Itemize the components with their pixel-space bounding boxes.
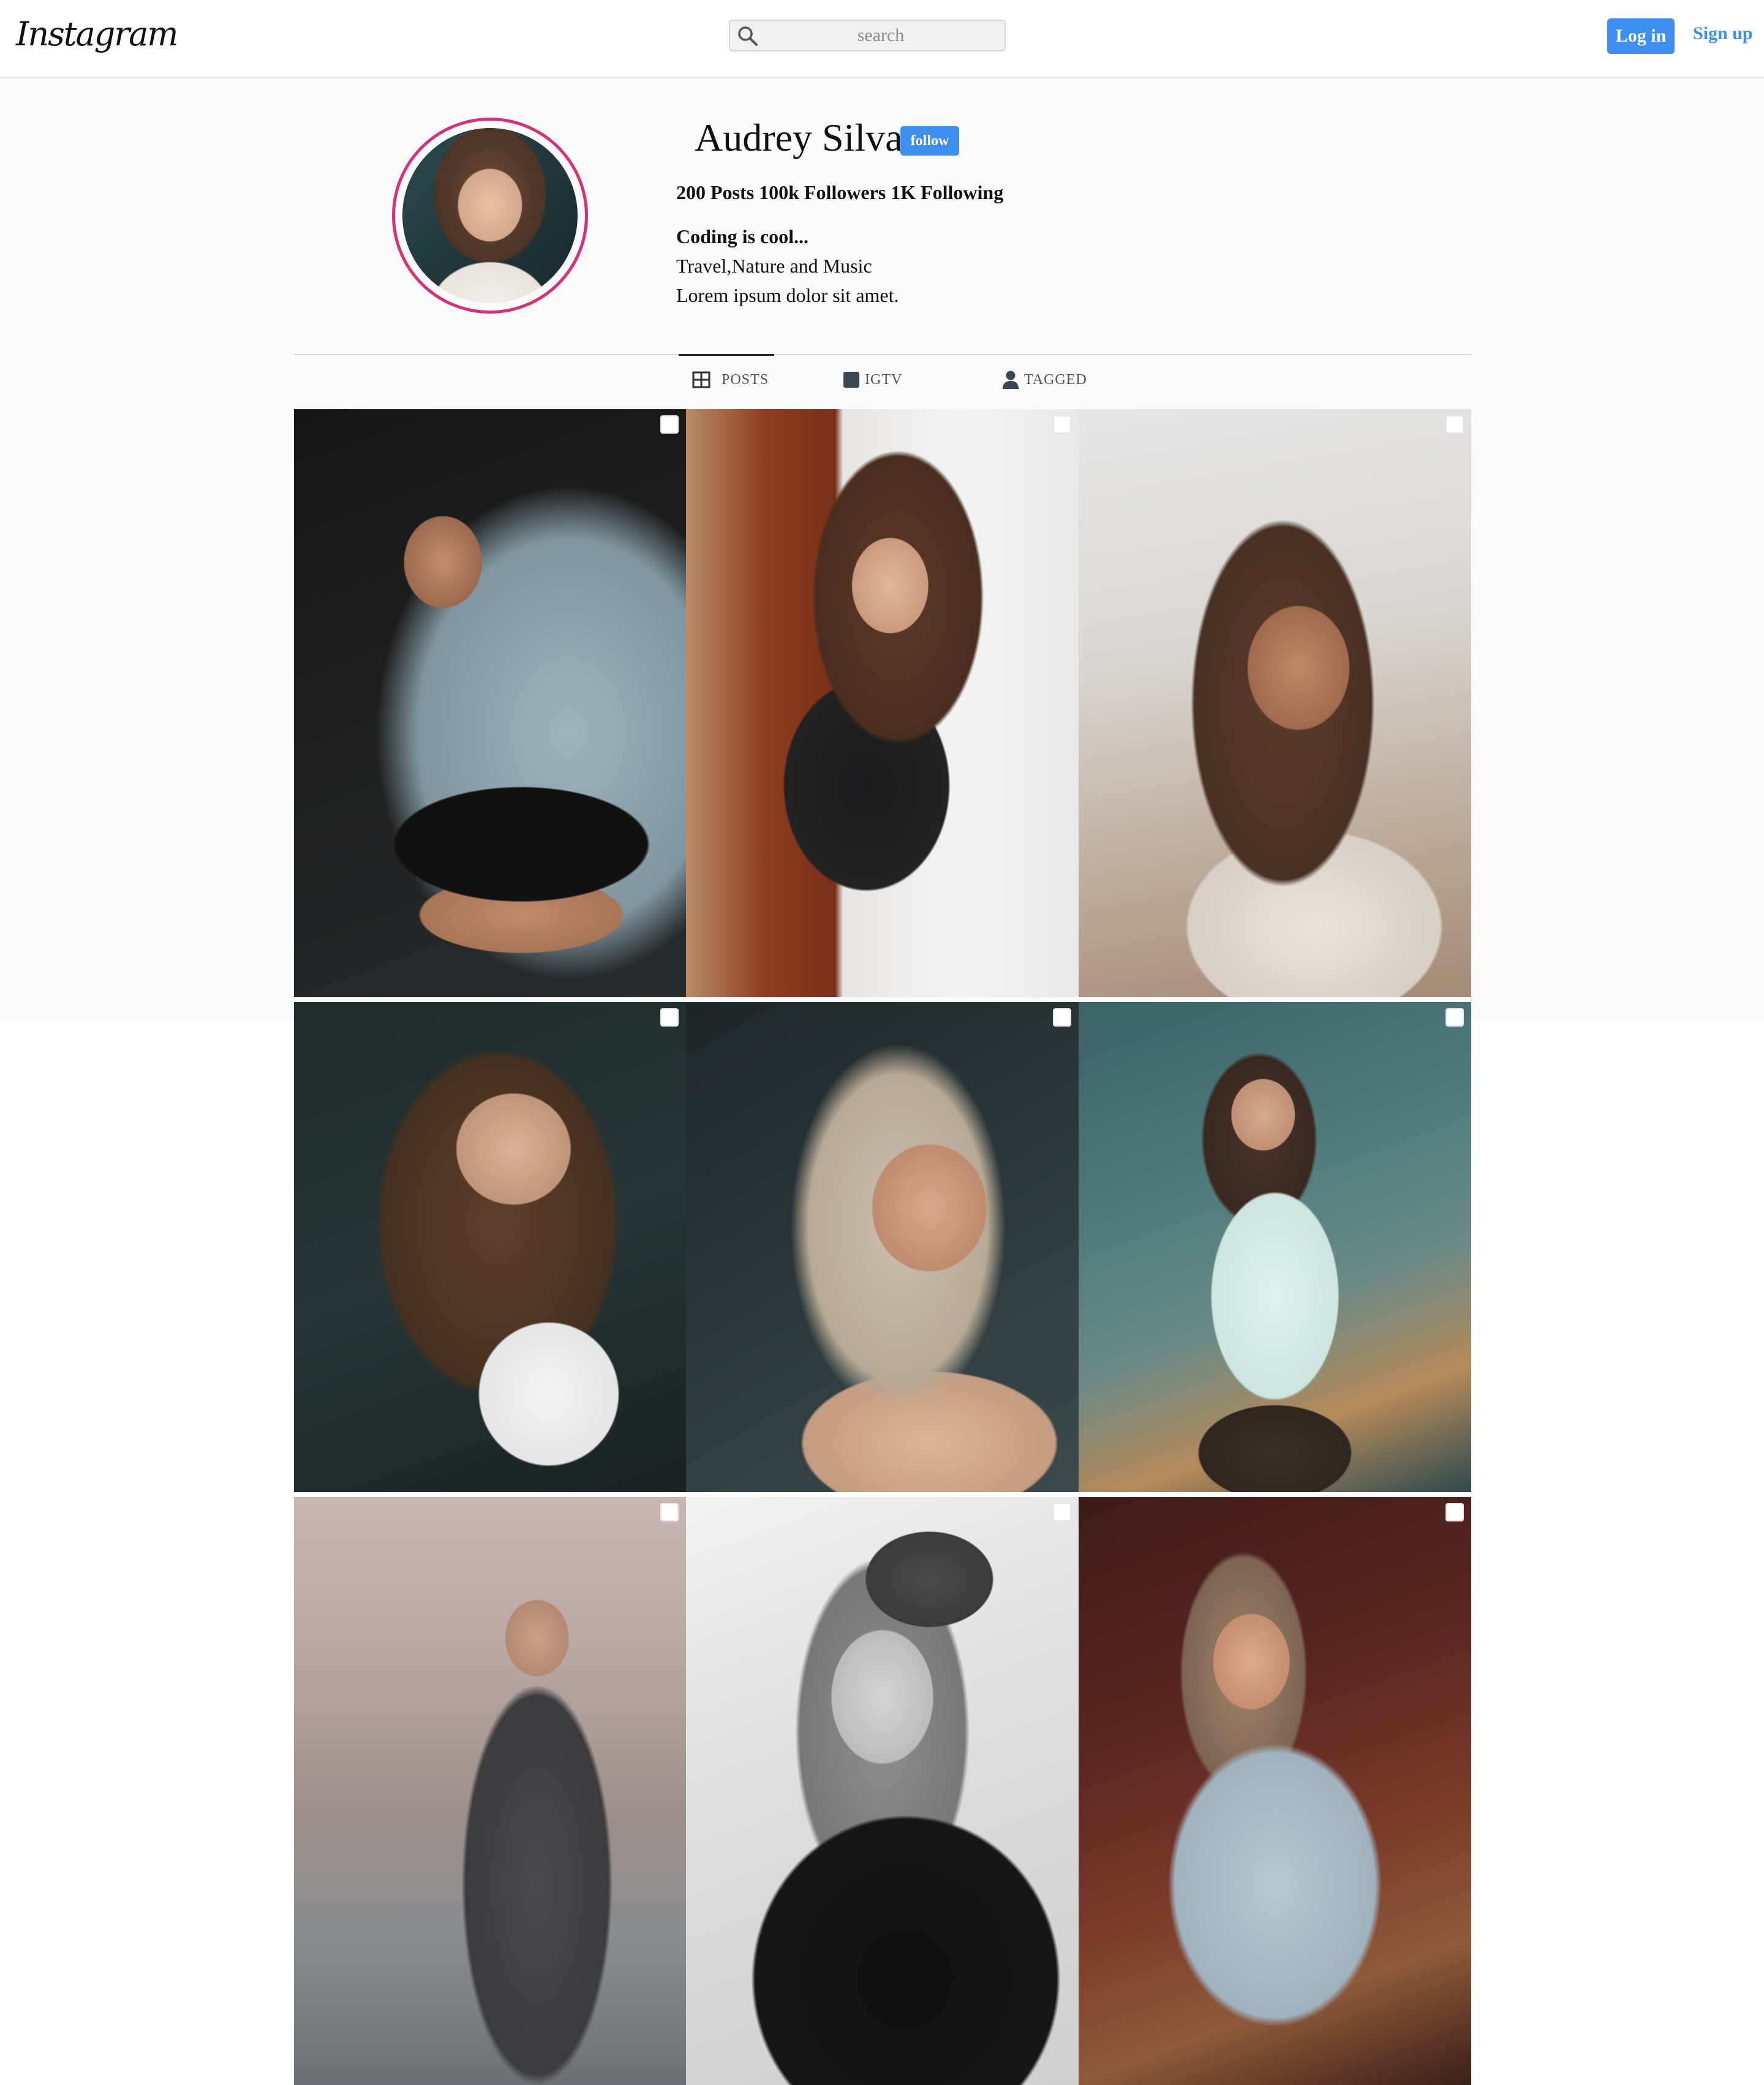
post-thumbnail[interactable] bbox=[686, 1497, 1079, 2085]
posts-grid bbox=[294, 409, 1471, 2085]
follow-button[interactable]: follow bbox=[900, 126, 959, 156]
post-checkbox[interactable] bbox=[660, 1503, 679, 1521]
search-input[interactable] bbox=[764, 21, 997, 50]
post-checkbox[interactable] bbox=[1446, 1008, 1464, 1027]
instagram-logo[interactable]: Instagram bbox=[16, 15, 178, 53]
post-checkbox[interactable] bbox=[660, 1008, 679, 1027]
profile-avatar-ring[interactable] bbox=[392, 118, 588, 314]
top-navigation-bar: Instagram Log in Sign up bbox=[0, 0, 1764, 78]
tab-label: IGTV bbox=[865, 371, 903, 388]
login-button[interactable]: Log in bbox=[1607, 18, 1675, 54]
bio-title: Coding is cool... bbox=[676, 225, 809, 247]
post-thumbnail[interactable] bbox=[1079, 1497, 1471, 2085]
post-checkbox[interactable] bbox=[1446, 415, 1464, 434]
profile-avatar bbox=[402, 128, 578, 303]
post-thumbnail[interactable] bbox=[1079, 409, 1471, 997]
signup-link[interactable]: Sign up bbox=[1693, 23, 1753, 44]
tab-posts[interactable]: POSTS bbox=[692, 365, 769, 394]
post-thumbnail[interactable] bbox=[1079, 1002, 1471, 1492]
post-thumbnail[interactable] bbox=[294, 1497, 686, 2085]
bio-line: Lorem ipsum dolor sit amet. bbox=[676, 284, 899, 306]
tv-icon bbox=[843, 372, 859, 388]
search-box[interactable] bbox=[729, 20, 1006, 51]
post-checkbox[interactable] bbox=[1053, 1503, 1071, 1521]
post-checkbox[interactable] bbox=[660, 415, 679, 434]
post-thumbnail[interactable] bbox=[294, 1002, 686, 1492]
search-icon bbox=[738, 26, 758, 46]
tab-igtv[interactable]: IGTV bbox=[843, 365, 902, 394]
bio-line: Travel,Nature and Music bbox=[676, 255, 872, 277]
post-checkbox[interactable] bbox=[1053, 415, 1071, 434]
post-thumbnail[interactable] bbox=[686, 409, 1079, 997]
post-thumbnail[interactable] bbox=[294, 409, 686, 997]
tab-tagged[interactable]: TAGGED bbox=[1002, 365, 1087, 394]
tabs-divider bbox=[294, 354, 1471, 355]
post-checkbox[interactable] bbox=[1053, 1008, 1071, 1027]
active-tab-indicator bbox=[679, 354, 774, 356]
user-icon bbox=[1003, 371, 1019, 389]
grid-icon bbox=[692, 371, 710, 388]
tab-label: POSTS bbox=[722, 371, 769, 388]
profile-stats: 200 Posts 100k Followers 1K Following bbox=[676, 181, 1004, 203]
tab-label: TAGGED bbox=[1024, 371, 1087, 388]
profile-name: Audrey Silva bbox=[695, 116, 903, 159]
post-thumbnail[interactable] bbox=[686, 1002, 1079, 1492]
post-checkbox[interactable] bbox=[1446, 1503, 1464, 1521]
